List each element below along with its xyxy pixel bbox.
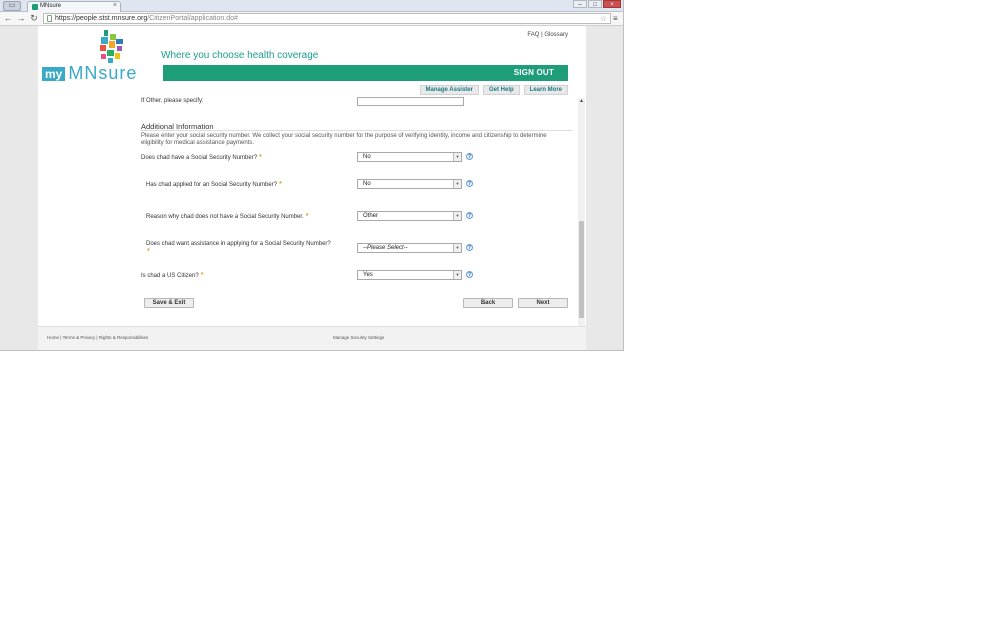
get-help-button[interactable]: Get Help xyxy=(482,85,520,95)
url-path: /CitizenPortal/application.do# xyxy=(147,15,238,22)
scroll-thumb[interactable] xyxy=(579,221,584,318)
favicon-icon xyxy=(32,4,38,10)
window-controls: – □ × xyxy=(573,0,621,8)
question-label: Reason why chad does not have a Social S… xyxy=(146,213,309,220)
glossary-link[interactable]: Glossary xyxy=(544,32,568,38)
ssn-assistance-select[interactable]: --Please Select-- ▼ xyxy=(357,243,462,253)
chevron-down-icon: ▼ xyxy=(453,153,461,161)
page-scrollbar[interactable]: ▲ xyxy=(578,98,585,326)
lock-icon xyxy=(47,15,52,22)
sign-out-button[interactable]: SIGN OUT xyxy=(514,68,554,77)
help-icon[interactable]: ? xyxy=(466,153,473,160)
chevron-down-icon: ▼ xyxy=(453,271,461,279)
logo-mark-icon xyxy=(98,30,128,64)
section-divider xyxy=(141,130,573,131)
learn-more-button[interactable]: Learn More xyxy=(523,85,568,95)
application-form: If Other, please specify: Additional Inf… xyxy=(38,96,586,326)
no-ssn-reason-select[interactable]: Other ▼ xyxy=(357,211,462,221)
url-host: https://people.stst.mnsure.org xyxy=(55,15,148,22)
question-label: Does chad have a Social Security Number?… xyxy=(141,154,262,161)
page-footer: Home | Terms & Privacy | Rights & Respon… xyxy=(38,326,586,350)
window-close-icon[interactable]: × xyxy=(603,0,621,8)
tab-strip: ▭ MNsure × – □ × xyxy=(0,0,623,12)
question-text: Reason why chad does not have a Social S… xyxy=(146,214,304,220)
required-marker: * xyxy=(259,154,262,161)
question-text: Is chad a US Citizen? xyxy=(141,273,199,279)
required-marker: * xyxy=(147,248,150,255)
question-text: Does chad want assistance in applying fo… xyxy=(146,241,331,247)
help-icon[interactable]: ? xyxy=(466,212,473,219)
manage-assister-button[interactable]: Manage Assister xyxy=(419,85,479,95)
required-marker: * xyxy=(279,181,282,188)
manage-security-link[interactable]: Manage Security Settings xyxy=(333,335,384,340)
address-bar[interactable]: https://people.stst.mnsure.org/CitizenPo… xyxy=(43,13,611,24)
select-value: --Please Select-- xyxy=(363,245,408,251)
header-bar: SIGN OUT xyxy=(163,65,568,81)
mnsure-logo[interactable]: my MNsure xyxy=(42,28,158,84)
browser-toolbar: ← → ↻ https://people.stst.mnsure.org/Cit… xyxy=(0,12,623,26)
question-text: Does chad have a Social Security Number? xyxy=(141,155,258,161)
footer-links[interactable]: Home | Terms & Privacy | Rights & Respon… xyxy=(47,335,148,340)
faq-link[interactable]: FAQ xyxy=(527,32,539,38)
save-exit-button[interactable]: Save & Exit xyxy=(144,298,194,308)
top-link-separator: | xyxy=(541,32,543,38)
help-icon[interactable]: ? xyxy=(466,244,473,251)
page-content: my MNsure Where you choose health covera… xyxy=(38,26,586,350)
top-links: FAQ | Glossary xyxy=(527,32,568,38)
required-marker: * xyxy=(305,213,309,220)
question-required-line: * xyxy=(146,248,150,255)
scroll-up-icon[interactable]: ▲ xyxy=(578,98,585,105)
other-specify-label: If Other, please specify: xyxy=(141,98,204,104)
subnav: Manage Assister Get Help Learn More xyxy=(419,85,568,95)
back-button[interactable]: Back xyxy=(463,298,513,308)
select-value: No xyxy=(363,181,371,187)
maximize-icon[interactable]: □ xyxy=(588,0,602,8)
minimize-icon[interactable]: – xyxy=(573,0,587,8)
browser-window: ▭ MNsure × – □ × ← → ↻ https://people.st… xyxy=(0,0,624,351)
next-button[interactable]: Next xyxy=(518,298,568,308)
logo-my: my xyxy=(42,66,66,81)
browser-app-icon[interactable]: ▭ xyxy=(3,1,21,11)
chevron-down-icon: ▼ xyxy=(453,244,461,252)
logo-wordmark: my MNsure xyxy=(42,63,138,83)
url-text: https://people.stst.mnsure.org/CitizenPo… xyxy=(55,15,238,23)
chevron-down-icon: ▼ xyxy=(453,180,461,188)
select-value: Yes xyxy=(363,272,373,278)
browser-menu-icon[interactable]: ≡ xyxy=(613,14,618,23)
select-value: Other xyxy=(363,213,379,219)
applied-ssn-select[interactable]: No ▼ xyxy=(357,179,462,189)
logo-mnsure: MNsure xyxy=(68,63,138,83)
forward-arrow-icon[interactable]: → xyxy=(16,13,26,24)
question-label: Has chad applied for an Social Security … xyxy=(146,181,282,188)
tab-title: MNsure xyxy=(40,3,62,9)
question-text: Has chad applied for an Social Security … xyxy=(146,182,278,188)
us-citizen-select[interactable]: Yes ▼ xyxy=(357,270,462,280)
browser-tab[interactable]: MNsure × xyxy=(27,1,121,12)
section-description: Please enter your social security number… xyxy=(141,133,547,146)
bookmark-star-icon[interactable]: ☆ xyxy=(600,14,607,23)
has-ssn-select[interactable]: No ▼ xyxy=(357,152,462,162)
reload-icon[interactable]: ↻ xyxy=(29,13,39,24)
select-value: No xyxy=(363,154,371,160)
tab-close-icon[interactable]: × xyxy=(113,2,117,9)
help-icon[interactable]: ? xyxy=(466,271,473,278)
question-label: Does chad want assistance in applying fo… xyxy=(146,241,331,247)
back-arrow-icon[interactable]: ← xyxy=(3,13,13,24)
help-icon[interactable]: ? xyxy=(466,180,473,187)
tagline: Where you choose health coverage xyxy=(161,50,319,61)
question-label: Is chad a US Citizen? * xyxy=(141,272,203,279)
page-viewport: my MNsure Where you choose health covera… xyxy=(0,26,623,350)
other-specify-input[interactable] xyxy=(357,97,464,106)
chevron-down-icon: ▼ xyxy=(453,212,461,220)
required-marker: * xyxy=(200,272,204,279)
